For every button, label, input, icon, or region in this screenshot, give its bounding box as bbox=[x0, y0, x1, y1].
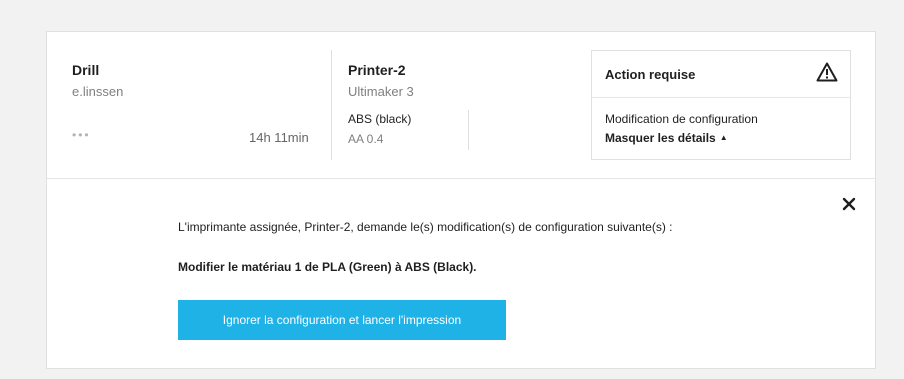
printer-material: ABS (black) bbox=[348, 112, 412, 126]
printer-nozzle: AA 0.4 bbox=[348, 132, 384, 146]
printer-model: Ultimaker 3 bbox=[348, 84, 414, 99]
hide-details-toggle[interactable]: Masquer les détails ▲ bbox=[605, 131, 728, 145]
job-name: Drill bbox=[72, 62, 100, 78]
printer-name: Printer-2 bbox=[348, 62, 406, 78]
action-title: Action requise bbox=[605, 67, 696, 82]
ignore-config-and-print-button[interactable]: Ignorer la configuration et lancer l'imp… bbox=[178, 300, 506, 340]
job-duration: 14h 11min bbox=[249, 130, 309, 145]
job-summary: Drill e.linssen ••• 14h 11min Printer-2 … bbox=[47, 32, 875, 179]
config-change-item: Modifier le matériau 1 de PLA (Green) à … bbox=[178, 260, 477, 274]
action-required-box: Action requise Modification de configura… bbox=[591, 50, 851, 160]
extruder-divider bbox=[468, 110, 469, 150]
job-info: Drill e.linssen bbox=[72, 62, 332, 99]
column-divider bbox=[331, 50, 332, 160]
caret-up-icon: ▲ bbox=[719, 133, 728, 142]
job-menu-dots[interactable]: ••• bbox=[72, 128, 91, 142]
printer-info: Printer-2 Ultimaker 3 bbox=[348, 62, 568, 99]
job-owner: e.linssen bbox=[72, 84, 124, 99]
config-change-info: L'imprimante assignée, Printer-2, demand… bbox=[178, 220, 673, 234]
print-job-card: Drill e.linssen ••• 14h 11min Printer-2 … bbox=[46, 31, 876, 369]
close-icon[interactable] bbox=[841, 196, 857, 212]
action-header: Action requise bbox=[592, 51, 850, 98]
action-message: Modification de configuration bbox=[605, 112, 758, 126]
warning-icon bbox=[816, 62, 838, 82]
hide-details-label: Masquer les détails bbox=[605, 131, 716, 145]
